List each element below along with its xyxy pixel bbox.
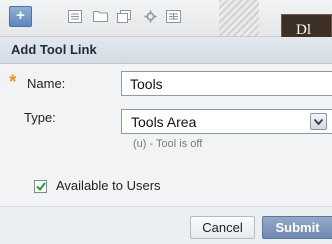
dialog-title: Add Tool Link (11, 42, 97, 57)
tools-icon[interactable] (141, 8, 159, 24)
window-icon[interactable] (115, 8, 133, 24)
check-icon (35, 182, 46, 191)
folder-icon[interactable] (91, 8, 109, 24)
cancel-button[interactable]: Cancel (190, 216, 255, 239)
available-label: Available to Users (56, 178, 161, 193)
submit-button[interactable]: Submit (262, 216, 332, 239)
grid-icon[interactable] (164, 8, 182, 24)
type-select[interactable]: Tools Area (121, 109, 332, 134)
type-label: Type: (24, 110, 56, 125)
name-label: Name: (27, 76, 66, 91)
required-icon: * (9, 72, 17, 93)
list-icon[interactable] (66, 8, 84, 24)
toolbar-divider (219, 0, 259, 36)
add-button[interactable]: + (9, 6, 32, 27)
available-checkbox[interactable] (34, 180, 47, 193)
course-tab[interactable]: Dl (281, 14, 332, 38)
toolbar: + Dl (0, 0, 332, 38)
dialog-header: Add Tool Link (0, 37, 332, 64)
chevron-down-icon[interactable] (310, 113, 327, 130)
name-input[interactable] (121, 71, 332, 96)
type-select-value: Tools Area (131, 114, 197, 130)
type-hint: (u) - Tool is off (133, 138, 203, 150)
